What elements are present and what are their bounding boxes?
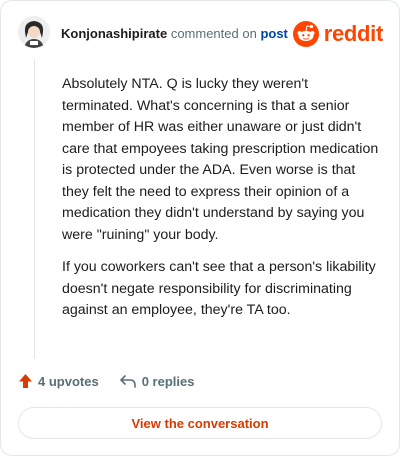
view-conversation-button[interactable]: View the conversation	[18, 407, 382, 439]
header-action-text: commented on	[170, 26, 257, 41]
comment-card: Konjonashipirate commented on post reddi…	[0, 0, 400, 456]
comment-paragraph: Absolutely NTA. Q is lucky they weren't …	[62, 76, 379, 243]
upvote-arrow-icon	[19, 374, 32, 388]
avatar-icon	[18, 16, 50, 48]
reply-count: 0 replies	[141, 373, 195, 389]
upvote-count: 4 upvotes	[38, 373, 99, 389]
thread-line	[34, 59, 35, 359]
comment-paragraph: If you coworkers can't see that a person…	[62, 259, 376, 318]
reply-button[interactable]: 0 replies	[119, 373, 195, 389]
avatar[interactable]	[18, 16, 50, 48]
upvote-button[interactable]: 4 upvotes	[18, 373, 99, 389]
username[interactable]: Konjonashipirate	[61, 26, 167, 41]
comment-actions: 4 upvotes 0 replies	[18, 373, 194, 389]
reddit-logo[interactable]: reddit	[292, 21, 384, 47]
reddit-alien-icon	[292, 21, 319, 47]
comment-body: Absolutely NTA. Q is lucky they weren't …	[62, 74, 382, 333]
post-link[interactable]: post	[260, 26, 287, 41]
reply-icon	[119, 375, 136, 388]
reddit-wordmark: reddit	[323, 21, 384, 46]
comment-header: Konjonashipirate commented on post	[61, 26, 288, 41]
